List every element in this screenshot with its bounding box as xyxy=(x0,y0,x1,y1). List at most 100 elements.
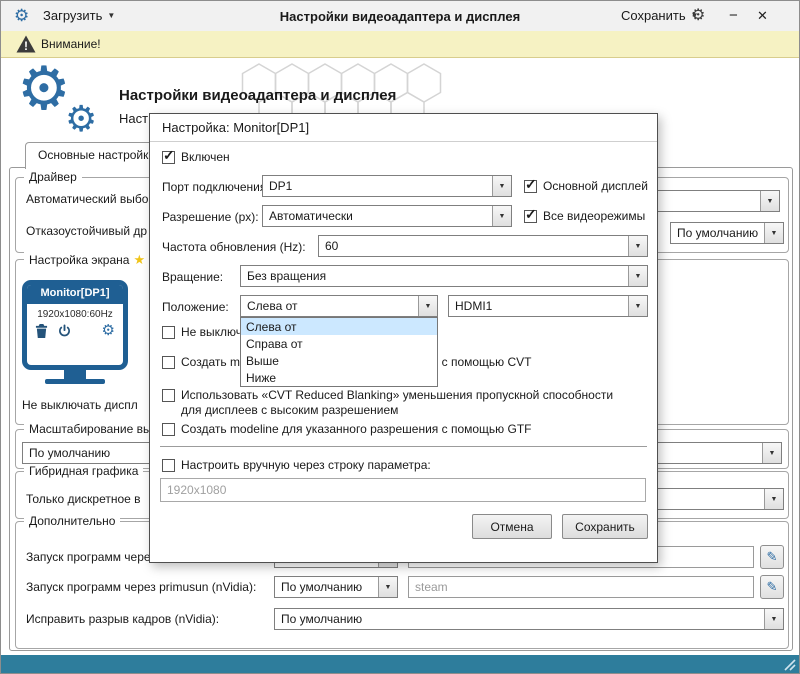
checkbox-box: ✓ xyxy=(162,151,175,164)
status-bar xyxy=(1,655,799,673)
save-menu-label: Сохранить xyxy=(621,8,686,23)
enabled-checkbox[interactable]: ✓ Включен xyxy=(162,150,230,164)
port-combo[interactable]: DP1 ▼ xyxy=(262,175,512,197)
position-combo-value: Слева от xyxy=(241,296,418,316)
dialog-title: Настройка: Monitor[DP1] xyxy=(162,120,309,135)
edit-button[interactable]: ✎ xyxy=(760,575,784,599)
rotation-combo-value: Без вращения xyxy=(241,266,628,286)
position-dropdown-list: Слева от Справа от Выше Ниже xyxy=(240,317,438,387)
screen-group-label: Настройка экрана xyxy=(29,253,129,267)
app-window: ⚙ Загрузить ▼ Настройки видеоадаптера и … xyxy=(0,0,800,674)
chevron-down-icon: ▼ xyxy=(760,191,779,211)
warning-icon: ! xyxy=(15,34,37,54)
cancel-button[interactable]: Отмена xyxy=(472,514,552,539)
cvt-rb-line2: для дисплеев с высоким разрешением xyxy=(181,403,613,418)
position-combo[interactable]: Слева от ▼ xyxy=(240,295,438,317)
port-combo-value: DP1 xyxy=(263,176,492,196)
checkbox-box: ✓ xyxy=(524,180,537,193)
monitor-widget[interactable]: Monitor[DP1] 1920x1080:60Hz ⚙ xyxy=(22,280,128,384)
monitor-screen: Monitor[DP1] 1920x1080:60Hz ⚙ xyxy=(22,280,128,370)
titlebar: ⚙ Загрузить ▼ Настройки видеоадаптера и … xyxy=(1,1,799,32)
chevron-down-icon: ▼ xyxy=(628,266,647,286)
refresh-label: Частота обновления (Hz): xyxy=(162,240,306,254)
run-programs-primusun-label: Запуск программ через primusun (nVidia): xyxy=(26,580,256,594)
dropdown-option[interactable]: Выше xyxy=(241,352,437,369)
primary-display-checkbox[interactable]: ✓ Основной дисплей xyxy=(524,179,648,193)
chevron-down-icon: ▼ xyxy=(762,443,781,463)
pencil-icon: ✎ xyxy=(767,549,778,565)
manual-mode-checkbox[interactable]: Настроить вручную через строку параметра… xyxy=(162,458,431,472)
all-modes-checkbox[interactable]: ✓ Все видеорежимы xyxy=(524,209,645,223)
save-button[interactable]: Сохранить xyxy=(562,514,648,539)
failsafe-driver-label: Отказоустойчивый др xyxy=(26,224,147,238)
edit-button[interactable]: ✎ xyxy=(760,545,784,569)
position-target-combo[interactable]: HDMI1 ▼ xyxy=(448,295,648,317)
run-programs-row1-label: Запуск программ чере xyxy=(26,550,151,564)
all-modes-label: Все видеорежимы xyxy=(543,209,645,223)
gtf-modeline-checkbox[interactable]: Создать modeline для указанного разрешен… xyxy=(162,422,532,436)
trash-icon[interactable] xyxy=(35,324,48,338)
star-icon: ★ xyxy=(133,252,145,268)
cvt-reduced-blanking-checkbox[interactable]: Использовать «CVT Reduced Blanking» умен… xyxy=(162,388,613,418)
minimize-button[interactable]: − xyxy=(729,7,738,24)
monitor-stand-base xyxy=(45,379,105,384)
monitor-name: Monitor[DP1] xyxy=(27,285,123,304)
fix-tearing-combo-value: По умолчанию xyxy=(275,609,764,629)
keep-display-on-label: Не выключать диспл xyxy=(22,398,138,412)
pencil-icon: ✎ xyxy=(767,579,778,595)
chevron-down-icon: ▼ xyxy=(628,296,647,316)
refresh-combo-value: 60 xyxy=(319,236,628,256)
failsafe-driver-combo-value: По умолчанию xyxy=(671,223,764,243)
close-button[interactable]: ✕ xyxy=(757,8,768,24)
dialog-titlebar[interactable]: Настройка: Monitor[DP1] xyxy=(150,114,657,142)
cvt-rb-line1: Использовать «CVT Reduced Blanking» умен… xyxy=(181,388,613,403)
monitor-stand xyxy=(64,370,86,379)
logo-gear-small-icon: ⚙ xyxy=(65,101,97,137)
page-title: Настройки видеоадаптера и дисплея xyxy=(119,87,396,104)
gtf-modeline-label: Создать modeline для указанного разрешен… xyxy=(181,422,532,436)
chevron-down-icon: ▼ xyxy=(764,223,783,243)
resolution-label: Разрешение (px): xyxy=(162,210,259,224)
chevron-down-icon: ▼ xyxy=(378,577,397,597)
fix-tearing-label: Исправить разрыв кадров (nVidia): xyxy=(26,612,219,626)
chevron-down-icon: ▼ xyxy=(418,296,437,316)
chevron-down-icon: ▼ xyxy=(764,489,783,509)
primary-display-label: Основной дисплей xyxy=(543,179,648,193)
checkbox-box xyxy=(162,326,175,339)
primusun-program-field[interactable]: steam xyxy=(408,576,754,598)
checkbox-box xyxy=(162,423,175,436)
manual-mode-input[interactable] xyxy=(160,478,646,502)
settings-gear-icon[interactable]: ⚙ xyxy=(691,7,705,25)
tab-main-settings[interactable]: Основные настройки xyxy=(25,142,168,169)
checkbox-box xyxy=(162,389,175,402)
monitor-gear-icon[interactable]: ⚙ xyxy=(102,323,115,338)
fix-tearing-combo[interactable]: По умолчанию ▼ xyxy=(274,608,784,630)
power-icon[interactable] xyxy=(58,324,71,338)
driver-group-label: Драйвер xyxy=(29,170,77,184)
dropdown-option[interactable]: Ниже xyxy=(241,369,437,386)
enabled-checkbox-label: Включен xyxy=(181,150,230,164)
keep-display-on-checkbox[interactable]: Не выключ xyxy=(162,325,242,339)
checkbox-box xyxy=(162,356,175,369)
page-subtitle: Наст xyxy=(119,111,148,126)
refresh-combo[interactable]: 60 ▼ xyxy=(318,235,648,257)
scaling-group-label: Масштабирование вы xyxy=(29,422,152,436)
dropdown-option[interactable]: Слева от xyxy=(241,318,437,335)
resize-grip[interactable] xyxy=(782,657,796,671)
dropdown-option[interactable]: Справа от xyxy=(241,335,437,352)
position-target-combo-value: HDMI1 xyxy=(449,296,628,316)
failsafe-driver-combo[interactable]: По умолчанию ▼ xyxy=(670,222,784,244)
rotation-label: Вращение: xyxy=(162,270,223,284)
resolution-combo[interactable]: Автоматически ▼ xyxy=(262,205,512,227)
save-menu-button[interactable]: Сохранить ▼ xyxy=(621,8,699,23)
svg-text:!: ! xyxy=(24,39,28,53)
rotation-combo[interactable]: Без вращения ▼ xyxy=(240,265,648,287)
warning-banner[interactable]: ! Внимание! xyxy=(1,31,799,58)
run-programs-primusun-combo-value: По умолчанию xyxy=(275,577,378,597)
monitor-settings-dialog: Настройка: Monitor[DP1] ✓ Включен Порт п… xyxy=(149,113,658,563)
checkbox-box: ✓ xyxy=(524,210,537,223)
position-label: Положение: xyxy=(162,300,229,314)
run-programs-primusun-combo[interactable]: По умолчанию ▼ xyxy=(274,576,398,598)
chevron-down-icon: ▼ xyxy=(492,206,511,226)
chevron-down-icon: ▼ xyxy=(492,176,511,196)
